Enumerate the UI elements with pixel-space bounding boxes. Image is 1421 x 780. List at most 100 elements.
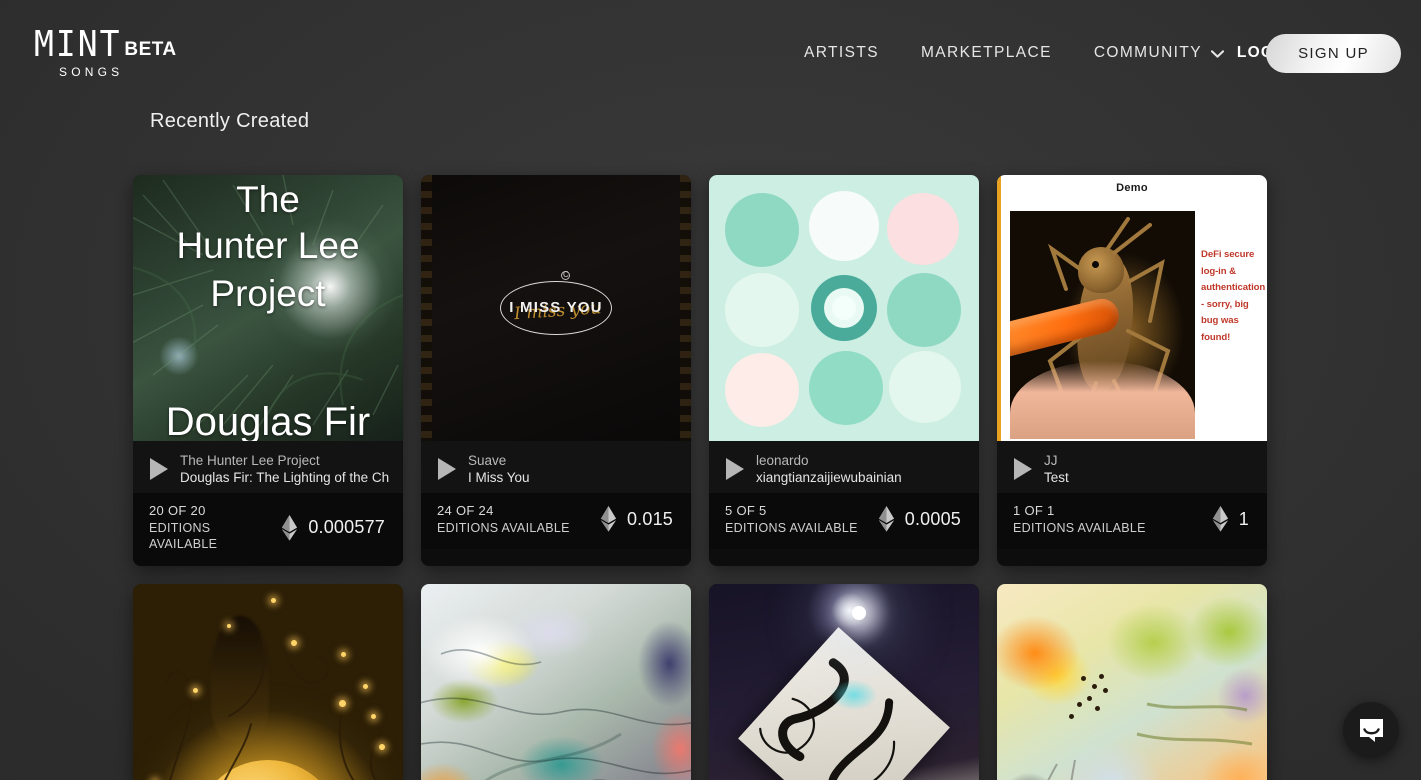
circle-2: [809, 191, 879, 261]
price-value: 0.000577: [308, 517, 385, 538]
editions-count: 1 OF 1: [1013, 503, 1055, 518]
circle-7: [725, 353, 799, 427]
editions-label: EDITIONS AVAILABLE: [437, 520, 570, 535]
film-strip-right: [680, 175, 691, 441]
card-track: Douglas Fir: The Lighting of the Ch: [180, 470, 389, 485]
vine-tendrils: [166, 635, 382, 780]
chat-bubble-icon: [1359, 718, 1383, 742]
editions-count: 5 OF 5: [725, 503, 767, 518]
artwork-caption: DeFi secure log-in & authentication - so…: [1201, 249, 1266, 343]
fluid-art-veins: [421, 649, 691, 780]
circle-3: [887, 193, 959, 265]
editions-count: 24 OF 24: [437, 503, 494, 518]
logo-beta-badge: BETA: [124, 39, 177, 60]
card-artist: JJ: [1044, 453, 1058, 468]
center-donut-shape: [811, 275, 877, 341]
price-value: 0.015: [626, 508, 673, 529]
card-track: I Miss You: [468, 470, 530, 485]
card-track: Test: [1044, 470, 1069, 485]
card-footer: 5 OF 5 EDITIONS AVAILABLE 0.0005: [709, 493, 979, 550]
price-value: 1: [1238, 508, 1249, 529]
chat-launcher-button[interactable]: [1343, 702, 1399, 758]
card-price: 0.015: [600, 506, 677, 532]
card-artwork[interactable]: The Hunter Lee Project Douglas Fir: [133, 175, 403, 441]
card-artist: The Hunter Lee Project: [180, 453, 320, 468]
card-footer: 1 OF 1 EDITIONS AVAILABLE 1: [997, 493, 1267, 550]
site-header: MINT SONGS BETA ARTISTS MARKETPLACE COMM…: [0, 0, 1421, 106]
section-title-recently-created: Recently Created: [150, 110, 310, 132]
lens-flare-blue: [830, 680, 877, 711]
card-price: 0.000577: [281, 514, 389, 541]
artwork-line-1: The: [236, 179, 300, 220]
card-price: 1: [1212, 506, 1253, 532]
card-meta: Suave I Miss You: [421, 441, 691, 493]
price-value: 0.0005: [904, 508, 961, 529]
card-meta: The Hunter Lee Project Douglas Fir: The …: [133, 441, 403, 493]
artwork-line-4: Douglas Fir: [165, 400, 371, 441]
nav-label-artists: ARTISTS: [804, 44, 879, 61]
play-icon[interactable]: [438, 458, 456, 480]
card-footer: 20 OF 20 EDITIONS AVAILABLE 0.000577: [133, 493, 403, 567]
card-artwork[interactable]: [133, 584, 403, 780]
card-editions: 24 OF 24 EDITIONS AVAILABLE: [437, 502, 570, 536]
play-icon[interactable]: [726, 458, 744, 480]
editions-label: EDITIONS AVAILABLE: [149, 520, 218, 552]
nav-item-community[interactable]: COMMUNITY: [1073, 44, 1245, 62]
card-meta-text: JJ Test: [1044, 453, 1069, 485]
logo-songs-text: SONGS: [59, 65, 124, 79]
card-artwork[interactable]: [421, 584, 691, 780]
nav-item-artists[interactable]: ARTISTS: [783, 44, 900, 62]
card-grid: The Hunter Lee Project Douglas Fir The H…: [133, 175, 1278, 780]
circle-6: [887, 273, 961, 347]
nft-card[interactable]: [421, 584, 691, 780]
signup-button[interactable]: SIGN UP: [1266, 34, 1401, 73]
editions-label: EDITIONS AVAILABLE: [725, 520, 858, 535]
bug-photo: [1010, 211, 1195, 439]
play-icon[interactable]: [150, 458, 168, 480]
main-navigation: ARTISTS MARKETPLACE COMMUNITY: [783, 0, 1245, 106]
site-logo[interactable]: MINT SONGS BETA: [34, 26, 177, 79]
card-meta: leonardo xiangtianzaijiewubainian: [709, 441, 979, 493]
ethereum-icon: [878, 506, 894, 532]
card-artwork-text: The Hunter Lee Project Douglas Fir: [133, 175, 403, 441]
nft-card[interactable]: I miss you I MISS YOU C Suave I Miss You…: [421, 175, 691, 567]
ethereum-icon: [282, 514, 298, 541]
artwork-line-2: Hunter Lee: [176, 225, 360, 266]
circle-4: [725, 273, 799, 347]
nft-card[interactable]: Demo DeFi secure log-in & authentication…: [997, 175, 1267, 567]
nft-card[interactable]: The Hunter Lee Project Douglas Fir The H…: [133, 175, 403, 567]
play-icon[interactable]: [1014, 458, 1032, 480]
circle-8: [809, 351, 883, 425]
copyright-icon: C: [561, 270, 571, 280]
nav-item-marketplace[interactable]: MARKETPLACE: [900, 44, 1073, 62]
card-artwork[interactable]: Demo DeFi secure log-in & authentication…: [997, 175, 1267, 441]
artwork-demo-title: Demo: [1116, 182, 1148, 194]
card-artist: Suave: [468, 453, 507, 468]
card-editions: 20 OF 20 EDITIONS AVAILABLE: [149, 502, 281, 553]
card-artwork[interactable]: [709, 175, 979, 441]
circle-1: [725, 193, 799, 267]
artwork-left-edge: [997, 175, 1001, 441]
circle-9: [889, 351, 961, 423]
logo-text-block: MINT SONGS: [34, 26, 123, 79]
artwork-title-text: I MISS YOU: [509, 299, 603, 317]
film-strip-left: [421, 175, 432, 441]
card-artwork[interactable]: [709, 584, 979, 780]
editions-label: EDITIONS AVAILABLE: [1013, 520, 1146, 535]
donut-core: [832, 296, 856, 320]
light-flare: [852, 605, 867, 620]
nft-card[interactable]: [133, 584, 403, 780]
card-editions: 1 OF 1 EDITIONS AVAILABLE: [1013, 502, 1146, 536]
card-editions: 5 OF 5 EDITIONS AVAILABLE: [725, 502, 858, 536]
nft-card[interactable]: [997, 584, 1267, 780]
nft-card[interactable]: leonardo xiangtianzaijiewubainian 5 OF 5…: [709, 175, 979, 567]
nft-card[interactable]: [709, 584, 979, 780]
chevron-down-icon: [1211, 50, 1224, 58]
floral-strokes: [1047, 702, 1253, 780]
page-root: MINT SONGS BETA ARTISTS MARKETPLACE COMM…: [0, 0, 1421, 780]
card-meta-text: Suave I Miss You: [468, 453, 530, 485]
card-artwork[interactable]: [997, 584, 1267, 780]
card-track: xiangtianzaijiewubainian: [756, 470, 902, 485]
card-artwork[interactable]: I miss you I MISS YOU C: [421, 175, 691, 441]
card-meta-text: The Hunter Lee Project Douglas Fir: The …: [180, 453, 389, 485]
